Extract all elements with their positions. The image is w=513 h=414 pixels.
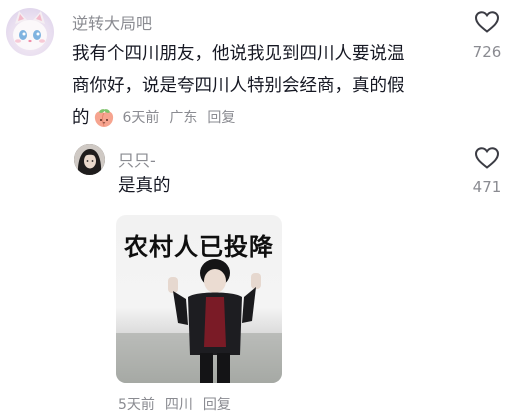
- comment-line-last: 的 6天前 广东 回复: [72, 102, 452, 134]
- reply-button[interactable]: 回复: [207, 110, 235, 126]
- reply-location: 四川: [164, 397, 193, 413]
- comment-meta: 6天前 广东 回复: [123, 102, 246, 134]
- heart-icon: [474, 11, 500, 33]
- comment-time: 6天前: [122, 110, 160, 126]
- reply-reply-button[interactable]: 回复: [203, 397, 231, 413]
- reply-time: 5天前: [118, 397, 155, 413]
- comment-line: 商你好，说是夸四川人特别会经商，真的假: [72, 76, 405, 96]
- peach-emoji-icon: [94, 109, 113, 127]
- comment-line: 的: [72, 108, 90, 128]
- replier-avatar[interactable]: [74, 144, 105, 175]
- like-button[interactable]: [474, 10, 500, 38]
- like-count: 726: [472, 43, 502, 61]
- cat-avatar-icon: [13, 11, 47, 50]
- girl-avatar-icon: [74, 144, 105, 175]
- replier-username[interactable]: 只只-: [118, 147, 156, 171]
- commenter-avatar[interactable]: [6, 8, 54, 56]
- comment-text: 我有个四川朋友，他说我见到四川人要说温 商你好，说是夸四川人特别会经商，真的假 …: [72, 38, 452, 134]
- reply-meta: 5天前 四川 回复: [118, 394, 241, 414]
- reply-like-count: 471: [472, 178, 502, 196]
- reply-sticker-image[interactable]: 农村人已投降: [116, 215, 282, 383]
- reply-text: 是真的: [118, 176, 171, 196]
- commenter-username[interactable]: 逆转大局吧: [72, 10, 152, 34]
- sticker-figure-icon: [116, 259, 282, 383]
- comment-location: 广东: [169, 110, 198, 126]
- heart-icon: [474, 147, 500, 169]
- reply-like-button[interactable]: [474, 146, 500, 174]
- comment-line: 我有个四川朋友，他说我见到四川人要说温: [72, 44, 405, 64]
